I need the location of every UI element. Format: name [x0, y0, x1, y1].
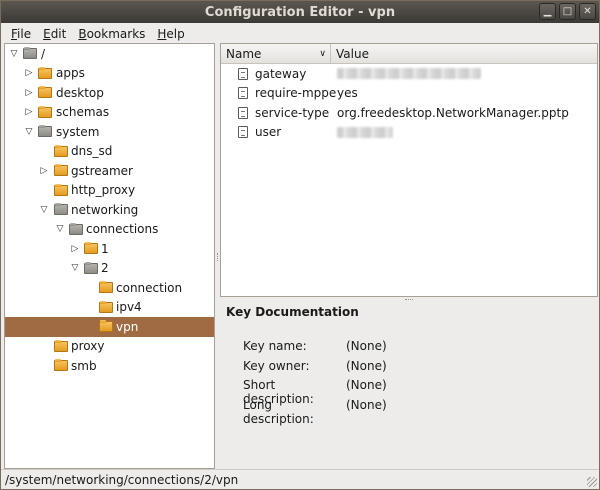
folder-icon	[69, 222, 83, 235]
collapsed-arrow-icon[interactable]: ▷	[23, 67, 35, 79]
tree-item-gstreamer[interactable]: ▷ gstreamer	[5, 161, 214, 181]
collapsed-arrow-icon[interactable]: ▷	[23, 87, 35, 99]
title-bar[interactable]: Configuration Editor - vpn ▁ □ ✕	[1, 1, 599, 23]
document-icon	[238, 87, 248, 100]
tree-item-ipv4[interactable]: ipv4	[5, 298, 214, 318]
folder-icon	[38, 125, 52, 138]
list-header: Name ∨ Value	[221, 44, 597, 64]
folder-icon	[54, 339, 68, 352]
folder-icon	[23, 47, 37, 60]
folder-icon	[99, 300, 113, 313]
menu-help[interactable]: Help	[151, 25, 190, 43]
tree-item-connection[interactable]: connection	[5, 278, 214, 298]
status-path: /system/networking/connections/2/vpn	[5, 472, 239, 487]
minimize-button[interactable]: ▁	[539, 3, 556, 20]
list-row-require-mppe[interactable]: require-mppe yes	[221, 84, 597, 104]
key-tree[interactable]: ▽ / ▷ apps ▷ desktop ▷ schemas ▽ system …	[4, 43, 215, 469]
key-list[interactable]: Name ∨ Value gateway require-mppe yes se…	[220, 43, 598, 297]
folder-icon	[54, 359, 68, 372]
column-header-value[interactable]: Value	[331, 44, 597, 63]
tree-item-root[interactable]: ▽ /	[5, 44, 214, 64]
tree-item-dns-sd[interactable]: dns_sd	[5, 142, 214, 162]
window-title: Configuration Editor - vpn	[204, 4, 396, 20]
expanded-arrow-icon[interactable]: ▽	[23, 126, 35, 138]
key-owner-row: Key owner: (None)	[243, 359, 387, 373]
expanded-arrow-icon[interactable]: ▽	[38, 204, 50, 216]
key-documentation-title: Key Documentation	[226, 305, 359, 319]
document-icon	[238, 106, 248, 119]
tree-item-vpn[interactable]: vpn	[5, 317, 214, 337]
key-name-row: Key name: (None)	[243, 339, 387, 353]
list-row-gateway[interactable]: gateway	[221, 64, 597, 84]
close-button[interactable]: ✕	[579, 3, 596, 20]
tree-item-system[interactable]: ▽ system	[5, 122, 214, 142]
folder-icon	[84, 261, 98, 274]
folder-icon	[99, 320, 113, 333]
expanded-arrow-icon[interactable]: ▽	[69, 262, 81, 274]
maximize-button[interactable]: □	[559, 3, 576, 20]
folder-icon	[38, 66, 52, 79]
tree-item-schemas[interactable]: ▷ schemas	[5, 103, 214, 123]
config-editor-window: Configuration Editor - vpn ▁ □ ✕ File Ed…	[0, 0, 600, 490]
column-header-name[interactable]: Name ∨	[221, 44, 331, 63]
sort-down-icon: ∨	[319, 48, 326, 59]
folder-icon	[54, 164, 68, 177]
collapsed-arrow-icon[interactable]: ▷	[69, 243, 81, 255]
document-icon	[238, 126, 248, 139]
expanded-arrow-icon[interactable]: ▽	[54, 223, 66, 235]
folder-icon	[38, 105, 52, 118]
tree-item-networking[interactable]: ▽ networking	[5, 200, 214, 220]
folder-icon	[54, 183, 68, 196]
collapsed-arrow-icon[interactable]: ▷	[38, 165, 50, 177]
redacted-value	[337, 68, 481, 80]
expanded-arrow-icon[interactable]: ▽	[8, 48, 20, 60]
menu-edit[interactable]: Edit	[37, 25, 72, 43]
tree-item-1[interactable]: ▷ 1	[5, 239, 214, 259]
redacted-value	[337, 126, 393, 138]
menu-bookmarks[interactable]: Bookmarks	[72, 25, 151, 43]
tree-item-desktop[interactable]: ▷ desktop	[5, 83, 214, 103]
folder-icon	[84, 242, 98, 255]
document-icon	[238, 67, 248, 80]
key-documentation-panel: Key Documentation Key name: (None) Key o…	[220, 301, 598, 469]
tree-item-proxy[interactable]: proxy	[5, 337, 214, 357]
folder-icon	[99, 281, 113, 294]
short-description-row: Short description: (None)	[243, 378, 387, 406]
folder-icon	[38, 86, 52, 99]
tree-item-2[interactable]: ▽ 2	[5, 259, 214, 279]
folder-icon	[54, 144, 68, 157]
folder-icon	[54, 203, 68, 216]
list-row-user[interactable]: user	[221, 123, 597, 143]
collapsed-arrow-icon[interactable]: ▷	[23, 106, 35, 118]
tree-item-smb[interactable]: smb	[5, 356, 214, 376]
tree-item-connections[interactable]: ▽ connections	[5, 220, 214, 240]
long-description-row: Long description: (None)	[243, 398, 387, 426]
resize-grip-icon[interactable]	[587, 477, 597, 487]
status-bar: /system/networking/connections/2/vpn	[1, 469, 599, 489]
tree-item-http-proxy[interactable]: http_proxy	[5, 181, 214, 201]
menu-file[interactable]: File	[5, 25, 37, 43]
list-row-service-type[interactable]: service-type org.freedesktop.NetworkMana…	[221, 103, 597, 123]
tree-item-apps[interactable]: ▷ apps	[5, 64, 214, 84]
menu-bar: File Edit Bookmarks Help	[1, 23, 599, 45]
